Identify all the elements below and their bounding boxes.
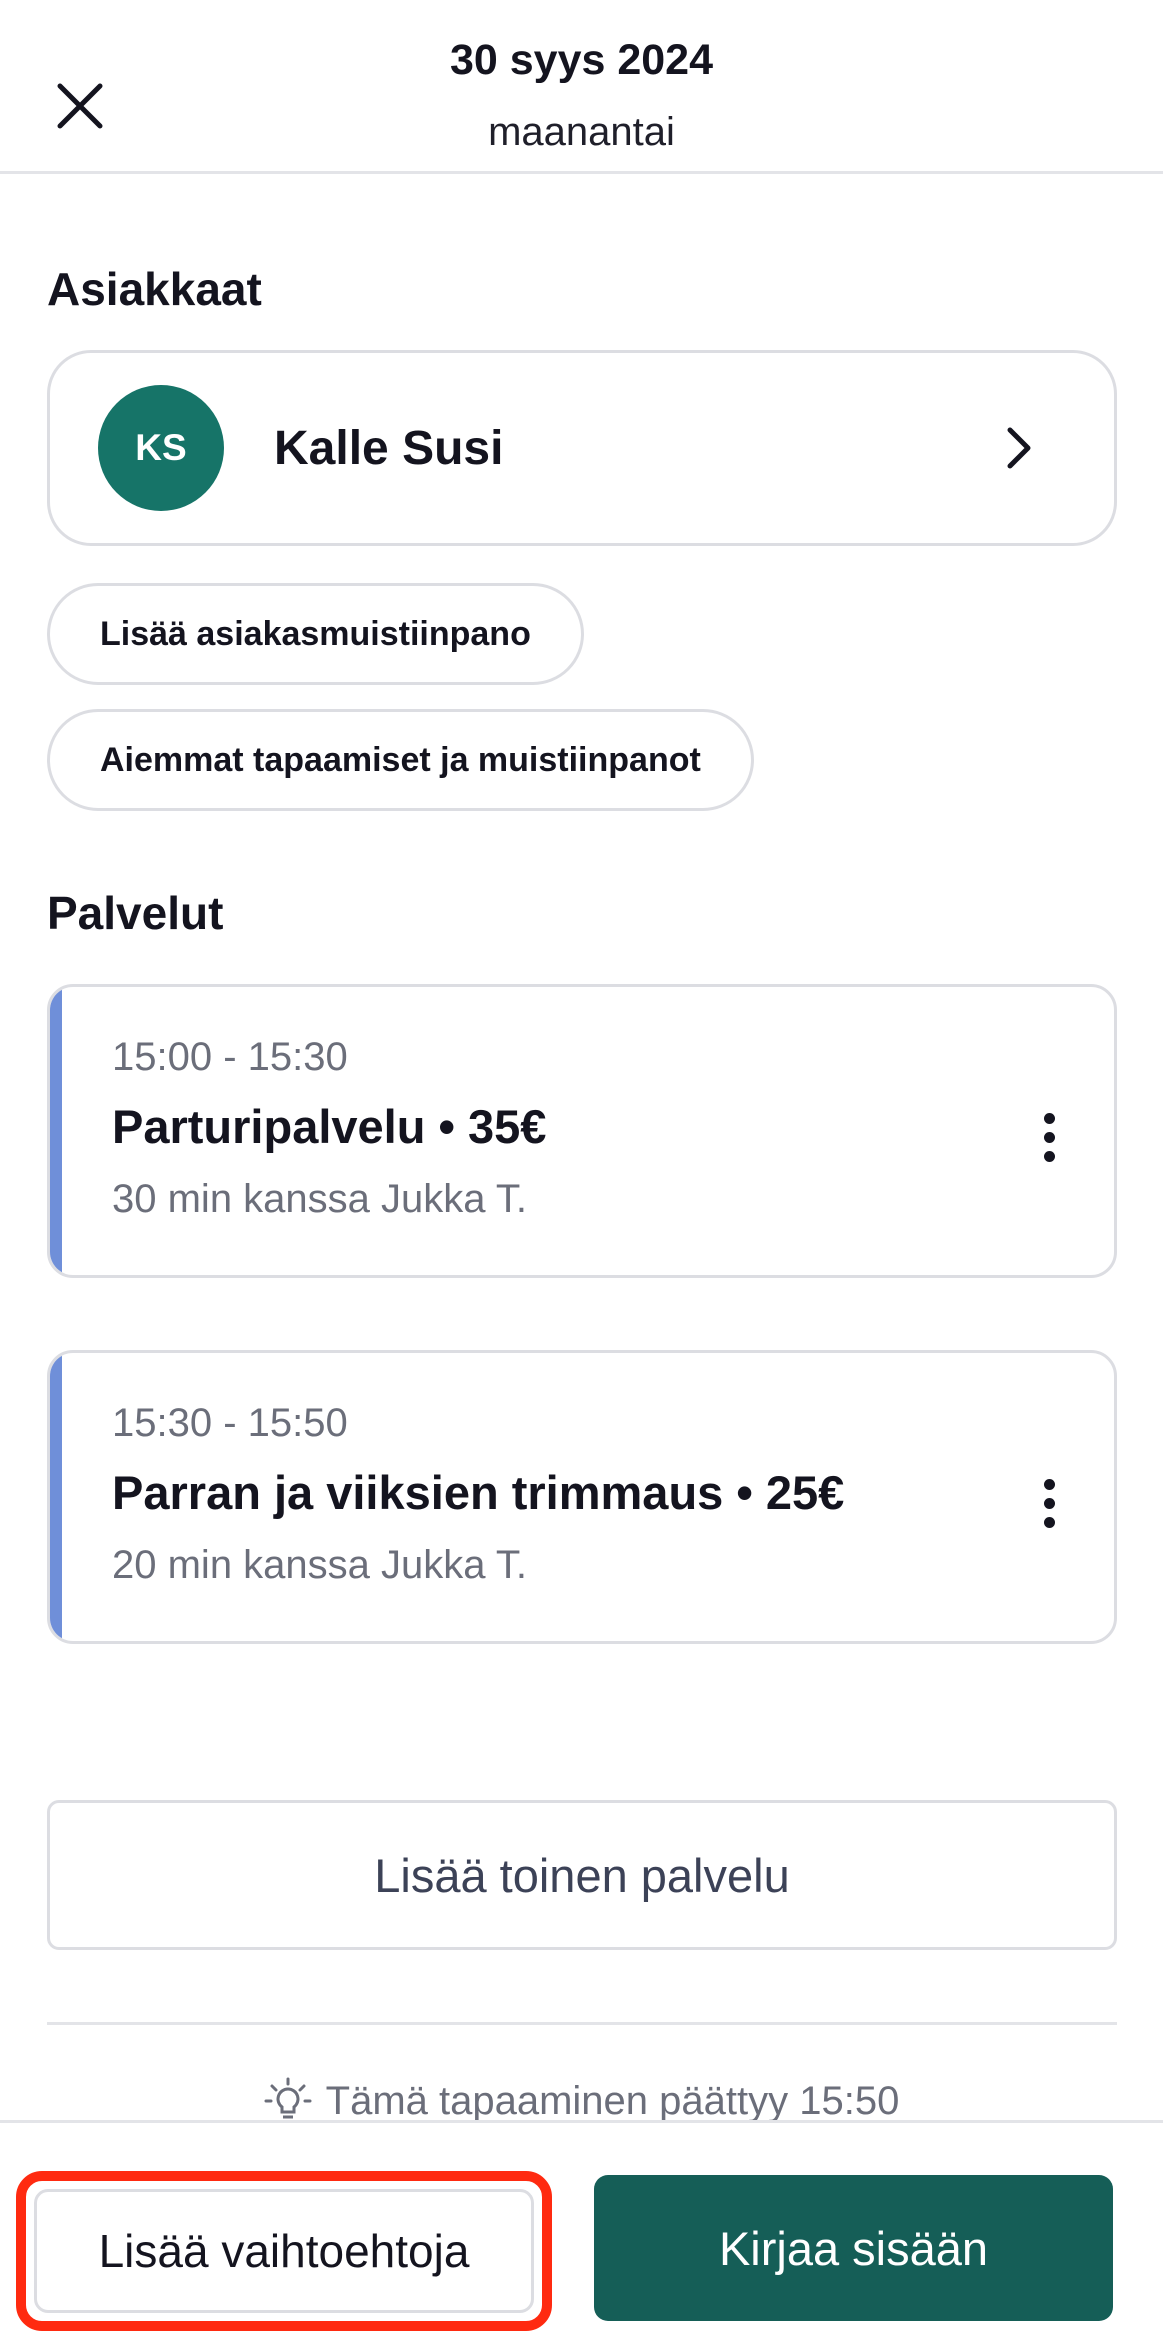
- more-options-button[interactable]: Lisää vaihtoehtoja: [16, 2171, 552, 2331]
- service-subtitle: 30 min kanssa Jukka T.: [112, 1177, 528, 1221]
- service-title: Parturipalvelu • 35€: [112, 1100, 547, 1153]
- service-time: 15:00 - 15:30: [112, 1035, 348, 1079]
- service-accent-bar: [50, 1353, 62, 1641]
- header-weekday: maanantai: [488, 110, 675, 154]
- add-another-service-button[interactable]: Lisää toinen palvelu: [47, 1800, 1117, 1950]
- customer-card[interactable]: KS Kalle Susi: [47, 350, 1117, 546]
- footer: Lisää vaihtoehtoja Kirjaa sisään: [0, 2120, 1163, 2344]
- end-time-hint: Tämä tapaaminen päättyy 15:50: [0, 2076, 1163, 2126]
- service-card[interactable]: 15:00 - 15:30 Parturipalvelu • 35€ 30 mi…: [47, 984, 1117, 1278]
- more-vertical-icon[interactable]: [1024, 1463, 1074, 1543]
- divider: [47, 2022, 1117, 2025]
- service-title: Parran ja viiksien trimmaus • 25€: [112, 1466, 845, 1519]
- service-time: 15:30 - 15:50: [112, 1401, 348, 1445]
- customers-section-title: Asiakkaat: [47, 263, 262, 315]
- more-vertical-icon[interactable]: [1024, 1097, 1074, 1177]
- service-card[interactable]: 15:30 - 15:50 Parran ja viiksien trimmau…: [47, 1350, 1117, 1644]
- lightbulb-icon: [264, 2077, 312, 2119]
- header-date: 30 syys 2024: [449, 36, 714, 84]
- chevron-right-icon: [984, 413, 1054, 483]
- hint-text: Tämä tapaaminen päättyy 15:50: [325, 2078, 900, 2123]
- previous-appointments-button[interactable]: Aiemmat tapaamiset ja muistiinpanot: [47, 709, 754, 811]
- more-options-label: Lisää vaihtoehtoja: [98, 2225, 470, 2277]
- service-subtitle: 20 min kanssa Jukka T.: [112, 1543, 528, 1587]
- check-in-button[interactable]: Kirjaa sisään: [594, 2175, 1113, 2321]
- add-customer-note-button[interactable]: Lisää asiakasmuistiinpano: [47, 583, 584, 685]
- header: 30 syys 2024 maanantai: [0, 0, 1163, 174]
- service-accent-bar: [50, 987, 62, 1275]
- services-section-title: Palvelut: [47, 887, 224, 939]
- customer-name: Kalle Susi: [274, 421, 504, 475]
- avatar: KS: [98, 385, 224, 511]
